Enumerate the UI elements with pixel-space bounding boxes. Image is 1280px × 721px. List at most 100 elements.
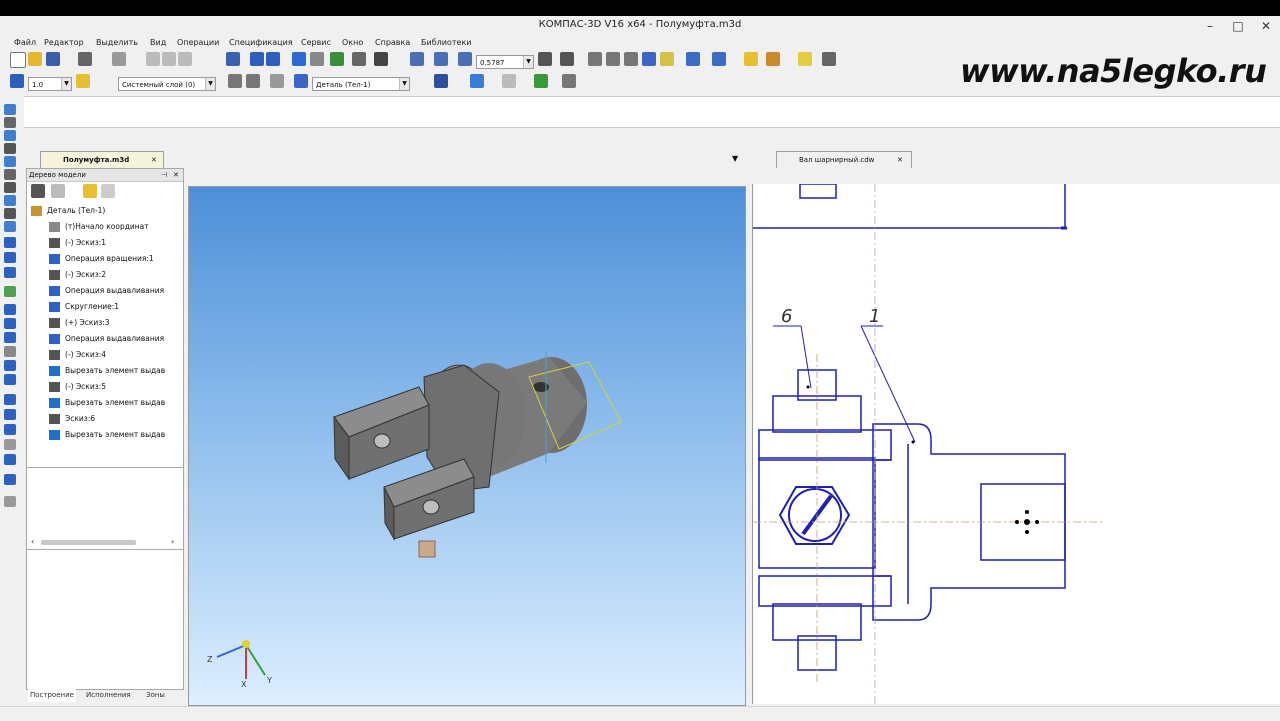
- tree-filter-icon[interactable]: [51, 184, 65, 198]
- revolve-tool-icon[interactable]: [4, 221, 16, 232]
- hidden-lines-icon[interactable]: [624, 52, 638, 66]
- tree-item[interactable]: Операция вращения:1: [27, 251, 183, 267]
- help-cursor-icon[interactable]: [374, 52, 388, 66]
- zoom-combobox[interactable]: 0.5787 ▼: [476, 55, 534, 69]
- point-icon[interactable]: [4, 130, 16, 141]
- thread-icon[interactable]: [4, 394, 16, 405]
- extrude-tool-icon[interactable]: [4, 237, 16, 248]
- extra-tool-icon[interactable]: [822, 52, 836, 66]
- report-icon[interactable]: [4, 454, 16, 465]
- tab-drawing-document[interactable]: Вал шарнирный.cdw ✕: [776, 151, 912, 168]
- open-file-icon[interactable]: [28, 52, 42, 66]
- menu-specification[interactable]: Спецификация: [229, 38, 293, 47]
- local-cs-icon[interactable]: [10, 74, 24, 88]
- variables-icon[interactable]: [310, 52, 324, 66]
- edit-icon[interactable]: [4, 195, 16, 206]
- pan-icon[interactable]: [560, 52, 574, 66]
- wireframe-icon[interactable]: [606, 52, 620, 66]
- sheet-icon[interactable]: [4, 409, 16, 420]
- tree-ops-icon[interactable]: [4, 182, 16, 193]
- horizontal-scrollbar[interactable]: ‹ ›: [31, 537, 181, 547]
- copy-icon[interactable]: [162, 52, 176, 66]
- material-icon[interactable]: [470, 74, 484, 88]
- tab-variants[interactable]: Исполнения: [86, 688, 131, 702]
- tree-item[interactable]: (-) Эскиз:5: [27, 379, 183, 395]
- chevron-left-icon[interactable]: ‹: [31, 537, 34, 546]
- menu-view[interactable]: Вид: [150, 38, 166, 47]
- menu-service[interactable]: Сервис: [301, 38, 331, 47]
- cut-tool-icon[interactable]: [4, 252, 16, 263]
- properties-icon[interactable]: [226, 52, 240, 66]
- tree-item[interactable]: Операция выдавливания: [27, 283, 183, 299]
- chevron-down-icon[interactable]: ▼: [523, 56, 533, 68]
- tree-item[interactable]: (-) Эскиз:4: [27, 347, 183, 363]
- undo-icon[interactable]: [250, 52, 264, 66]
- minimize-button[interactable]: –: [1196, 16, 1224, 36]
- manager-icon[interactable]: [292, 52, 306, 66]
- new-file-icon[interactable]: [10, 52, 26, 68]
- menu-libraries[interactable]: Библиотеки: [421, 38, 471, 47]
- tree-order-icon[interactable]: [101, 184, 115, 198]
- tree-item[interactable]: Скругление:1: [27, 299, 183, 315]
- tab-model-document[interactable]: Полумуфта.m3d ✕: [40, 151, 164, 168]
- tree-item[interactable]: (-) Эскиз:1: [27, 235, 183, 251]
- tree-item[interactable]: Деталь (Тел-1): [27, 203, 183, 219]
- menu-help[interactable]: Справка: [375, 38, 410, 47]
- chevron-down-icon[interactable]: ▼: [399, 78, 409, 90]
- filter-icon[interactable]: [744, 52, 758, 66]
- chevron-right-icon[interactable]: ›: [171, 537, 174, 546]
- shaded-edges-icon[interactable]: [660, 52, 674, 66]
- tree-item[interactable]: Вырезать элемент выдав: [27, 395, 183, 411]
- chamfer-icon[interactable]: [4, 374, 16, 385]
- hole-icon[interactable]: [4, 346, 16, 357]
- close-button[interactable]: ✕: [1252, 16, 1280, 36]
- line-width-combobox[interactable]: 1.0 ▼: [28, 77, 72, 91]
- settings-tool-icon[interactable]: [4, 496, 16, 507]
- view-orientation-icon[interactable]: [588, 52, 602, 66]
- preview-icon[interactable]: [112, 52, 126, 66]
- highlight-icon[interactable]: [798, 52, 812, 66]
- save-icon[interactable]: [46, 52, 60, 66]
- close-icon[interactable]: ✕: [151, 152, 157, 168]
- orientation-tool-icon[interactable]: [270, 74, 284, 88]
- chevron-down-icon[interactable]: ▼: [732, 154, 738, 163]
- tree-item[interactable]: Вырезать элемент выдав: [27, 363, 183, 379]
- paste-icon[interactable]: [178, 52, 192, 66]
- menu-select[interactable]: Выделить: [96, 38, 138, 47]
- cut-icon[interactable]: [146, 52, 160, 66]
- maximize-button[interactable]: □: [1224, 16, 1252, 36]
- redo-icon[interactable]: [266, 52, 280, 66]
- layer-combobox[interactable]: Системный слой (0) ▼: [118, 77, 216, 91]
- scrollbar-thumb[interactable]: [41, 540, 136, 545]
- grid-icon[interactable]: [228, 74, 242, 88]
- tree-structure-icon[interactable]: [83, 184, 97, 198]
- shaded-icon[interactable]: [642, 52, 656, 66]
- chevron-down-icon[interactable]: ▼: [205, 78, 215, 90]
- zoom-box-icon[interactable]: [458, 52, 472, 66]
- axis-icon[interactable]: [4, 143, 16, 154]
- library-icon[interactable]: [330, 52, 344, 66]
- menu-file[interactable]: Файл: [14, 38, 36, 47]
- menu-operations[interactable]: Операции: [177, 38, 219, 47]
- tab-zones[interactable]: Зоны: [146, 688, 165, 702]
- tab-construction[interactable]: Построение: [28, 688, 76, 702]
- rib-icon[interactable]: [4, 360, 16, 371]
- part-combobox[interactable]: Деталь (Тел-1) ▼: [312, 77, 410, 91]
- rotate-icon[interactable]: [538, 52, 552, 66]
- drawing-viewport[interactable]: 6 1: [752, 184, 1280, 704]
- layers-icon[interactable]: [352, 52, 366, 66]
- array-icon[interactable]: [4, 304, 16, 315]
- print-icon[interactable]: [78, 52, 92, 66]
- measure-tool-icon[interactable]: [4, 424, 16, 435]
- plane-icon[interactable]: [4, 156, 16, 167]
- curves-icon[interactable]: [4, 117, 16, 128]
- pin-icon[interactable]: ⊣: [161, 169, 167, 181]
- menu-edit[interactable]: Редактор: [44, 38, 84, 47]
- tree-item[interactable]: Операция выдавливания: [27, 331, 183, 347]
- section-icon[interactable]: [562, 74, 576, 88]
- geometry-icon[interactable]: [4, 104, 16, 115]
- mirror-icon[interactable]: [4, 318, 16, 329]
- chevron-down-icon[interactable]: ▼: [61, 78, 71, 90]
- orientation-icon[interactable]: [712, 52, 726, 66]
- diagnostics-icon[interactable]: [4, 474, 16, 485]
